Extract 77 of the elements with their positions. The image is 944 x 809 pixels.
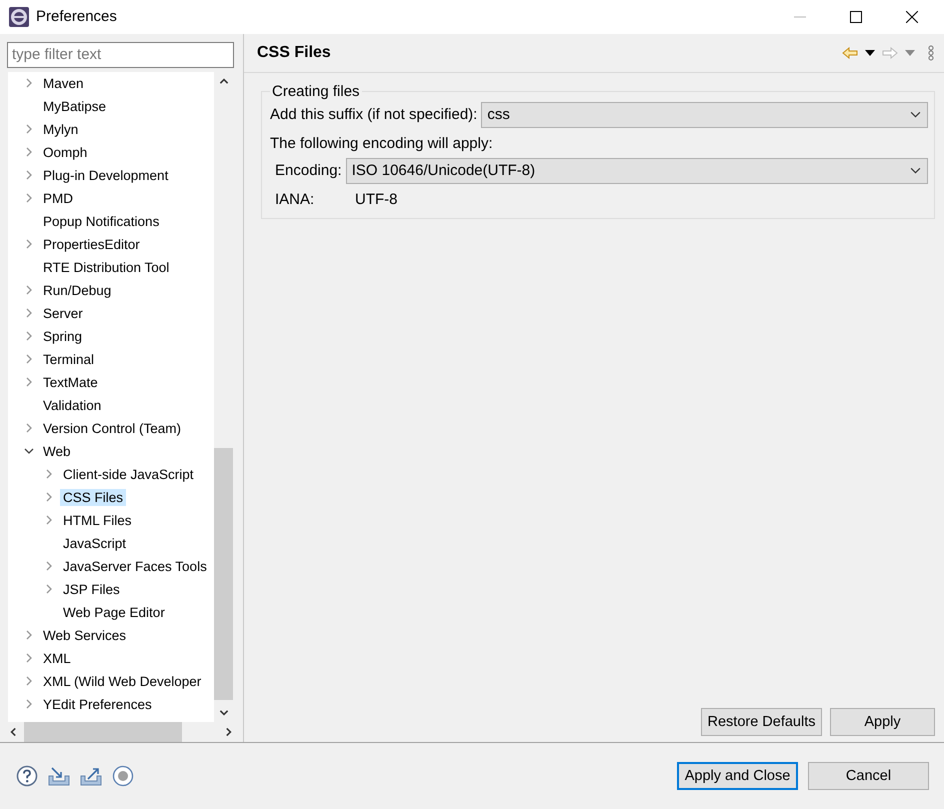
tree-item[interactable]: Terminal	[40, 350, 98, 368]
collapsed-chevron-icon[interactable]	[24, 699, 34, 710]
tree-item[interactable]: Version Control (Team)	[40, 420, 184, 437]
suffix-dropdown[interactable]: css	[481, 102, 928, 128]
iana-label: IANA:	[275, 190, 316, 208]
tree-item[interactable]: Plug-in Development	[40, 166, 172, 184]
collapsed-chevron-icon[interactable]	[24, 285, 34, 296]
chevron-down-icon[interactable]	[910, 111, 921, 118]
encoding-note: The following encoding will apply:	[270, 134, 494, 152]
chevron-down-icon[interactable]	[910, 167, 921, 174]
encoding-label: Encoding:	[275, 162, 342, 180]
tree-item[interactable]: Server	[40, 304, 86, 322]
filter-field[interactable]: type filter text	[7, 42, 234, 68]
collapsed-chevron-icon[interactable]	[24, 653, 34, 664]
tree-item[interactable]: Mylyn	[40, 120, 82, 138]
tree-item[interactable]: HTML Files	[60, 512, 135, 529]
collapsed-chevron-icon[interactable]	[24, 377, 34, 388]
collapsed-chevron-icon[interactable]	[24, 354, 34, 364]
page-button[interactable]: Restore Defaults	[701, 708, 822, 736]
page-title: CSS Files	[257, 44, 331, 62]
tree-item[interactable]: TextMate	[40, 374, 101, 391]
collapsed-chevron-icon[interactable]	[24, 308, 34, 318]
collapsed-chevron-icon[interactable]	[24, 170, 34, 180]
tree-item[interactable]: JavaScript	[60, 534, 130, 552]
dropdown-icon[interactable]	[865, 50, 875, 56]
collapsed-chevron-icon[interactable]	[44, 469, 54, 480]
collapsed-chevron-icon[interactable]	[44, 492, 54, 502]
forward-arrow-icon[interactable]	[882, 46, 898, 59]
collapsed-chevron-icon[interactable]	[24, 78, 34, 88]
back-arrow-icon[interactable]	[842, 46, 858, 59]
tree-item[interactable]: Web Page Editor	[60, 604, 168, 621]
view-menu-icon[interactable]	[928, 44, 934, 61]
tree-item[interactable]: XML (Wild Web Developer	[40, 672, 204, 690]
tree-item[interactable]: CSS Files	[60, 488, 126, 506]
collapsed-chevron-icon[interactable]	[24, 630, 34, 640]
tree-item[interactable]: Client-side JavaScript	[60, 466, 197, 483]
collapsed-chevron-icon[interactable]	[44, 584, 54, 594]
tree-item[interactable]: Web	[40, 442, 74, 460]
tree-item[interactable]: Maven	[40, 74, 87, 92]
dialog-button[interactable]: Apply and Close	[677, 762, 798, 790]
maximize-icon[interactable]	[850, 10, 862, 23]
collapsed-chevron-icon[interactable]	[24, 676, 34, 686]
tree-item[interactable]: Popup Notifications	[40, 212, 162, 230]
expanded-chevron-icon[interactable]	[24, 446, 34, 456]
tree-item[interactable]: XML	[40, 650, 74, 667]
tree-item[interactable]: MyBatipse	[40, 98, 110, 115]
tree-item[interactable]: JSP Files	[60, 580, 123, 598]
dialog-button[interactable]: Cancel	[808, 762, 929, 790]
iana-value: UTF-8	[355, 190, 398, 208]
tree-item[interactable]: Validation	[40, 396, 104, 414]
help-icon[interactable]	[16, 764, 38, 787]
tree-item[interactable]: RTE Distribution Tool	[40, 258, 172, 276]
close-icon[interactable]	[906, 10, 918, 23]
tree-item[interactable]: YEdit Preferences	[40, 696, 155, 713]
import-icon[interactable]	[48, 764, 70, 787]
collapsed-chevron-icon[interactable]	[44, 515, 54, 526]
collapsed-chevron-icon[interactable]	[24, 239, 34, 250]
page-button[interactable]: Apply	[830, 708, 935, 736]
tree-item[interactable]: Spring	[40, 328, 86, 345]
tree-item[interactable]: Oomph	[40, 144, 90, 161]
suffix-label: Add this suffix (if not specified):	[270, 106, 478, 124]
collapsed-chevron-icon[interactable]	[24, 193, 34, 204]
encoding-dropdown[interactable]: ISO 10646/Unicode(UTF-8)	[346, 158, 928, 184]
tree-item[interactable]: PropertiesEditor	[40, 236, 143, 253]
record-icon[interactable]	[112, 764, 134, 787]
tree-item[interactable]: JavaServer Faces Tools	[60, 558, 210, 575]
collapsed-chevron-icon[interactable]	[24, 147, 34, 158]
tree-item[interactable]: PMD	[40, 190, 76, 207]
tree-item[interactable]: Web Services	[40, 626, 130, 644]
tree-item[interactable]: Run/Debug	[40, 282, 114, 299]
group-title: Creating files	[271, 82, 361, 100]
collapsed-chevron-icon[interactable]	[44, 561, 54, 572]
collapsed-chevron-icon[interactable]	[24, 331, 34, 342]
window-title: Preferences	[36, 8, 117, 26]
collapsed-chevron-icon[interactable]	[24, 423, 34, 434]
app-logo-icon	[9, 6, 29, 27]
collapsed-chevron-icon[interactable]	[24, 124, 34, 134]
